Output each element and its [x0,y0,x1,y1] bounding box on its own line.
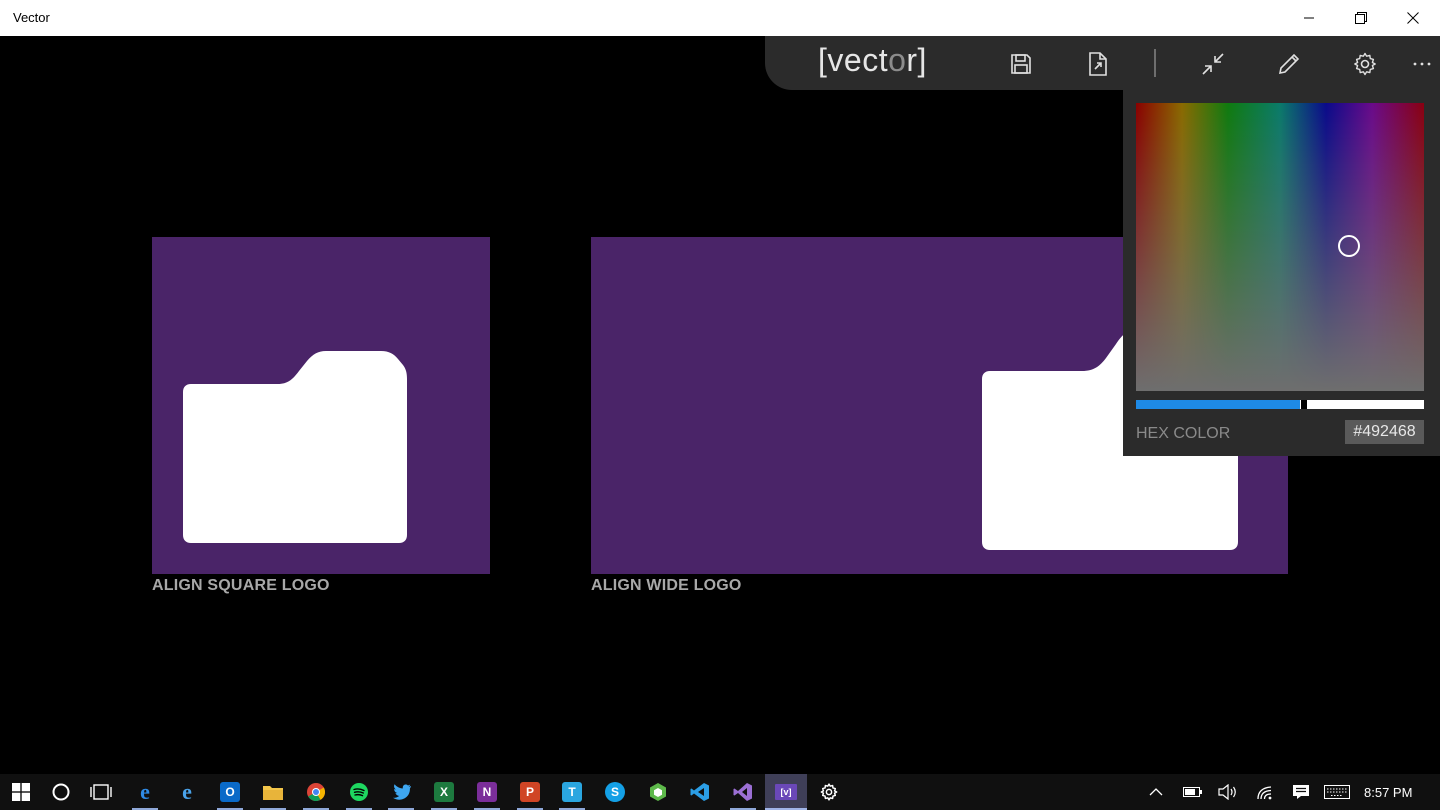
settings-button[interactable] [1347,46,1383,82]
taskbar-vscode[interactable] [679,774,721,810]
taskbar-outlook[interactable]: O [209,774,251,810]
taskbar-clock[interactable]: 8:57 PM [1364,785,1412,800]
pen-icon [1278,53,1300,75]
show-hidden-icons-chevron [1149,788,1163,796]
save-button[interactable] [1003,46,1039,82]
powerpoint-icon: P [520,782,540,802]
internet-explorer-icon: e [182,779,192,804]
action-center-button[interactable] [1288,774,1314,810]
taskbar-visual-studio[interactable] [722,774,764,810]
taskbar-chrome[interactable] [295,774,337,810]
window-title: Vector [13,10,50,25]
action-center-icon [1293,785,1309,799]
show-hidden-icons-button[interactable] [1144,774,1168,810]
taskbar-spotify[interactable] [338,774,380,810]
folder-icon [183,351,407,543]
hue-slider[interactable] [1136,400,1424,409]
taskbar-tile-app[interactable]: T [551,774,593,810]
collapse-icon [1202,53,1224,75]
keyboard-icon [1324,785,1350,799]
restore-button[interactable] [1338,0,1384,36]
tile-app-icon: T [562,782,582,802]
vector-app-icon: [v] [775,784,797,800]
task-view-icon [90,784,112,800]
visual-studio-icon [733,783,752,801]
export-button[interactable] [1080,46,1116,82]
export-file-icon [1089,52,1107,76]
hue-slider-fill [1136,400,1300,409]
file-explorer-icon [263,786,283,800]
title-bar: Vector [0,0,1440,36]
save-icon [1011,54,1031,74]
twitter-icon [392,784,411,800]
hex-color-input[interactable]: #492468 [1345,420,1424,444]
battery-icon [1183,787,1202,797]
color-spectrum[interactable] [1136,103,1424,391]
pen-button[interactable] [1271,46,1307,82]
wide-logo-label: ALIGN WIDE LOGO [591,577,742,594]
skype-icon: S [605,782,625,802]
cortana-button[interactable] [40,774,82,810]
more-icon [1413,62,1431,66]
minimize-button[interactable] [1286,0,1332,36]
cube-app-icon [650,783,666,801]
taskbar-powerpoint[interactable]: P [509,774,551,810]
hex-color-label: HEX COLOR [1136,425,1231,442]
close-button[interactable] [1390,0,1436,36]
excel-icon: X [434,782,454,802]
task-view-button[interactable] [80,774,122,810]
gear-icon [1354,52,1376,76]
color-picker-flyout: HEX COLOR #492468 [1123,90,1440,456]
cortana-icon [52,783,70,801]
wifi-icon [1257,786,1272,800]
square-logo-label: ALIGN SQUARE LOGO [152,577,330,594]
collapse-button[interactable] [1195,46,1231,82]
command-separator [1154,49,1156,77]
minimize-icon [1304,17,1314,19]
taskbar-skype[interactable]: S [594,774,636,810]
onenote-icon: N [477,782,497,802]
app-logo-text: [vector] [818,42,927,78]
wifi-button[interactable] [1252,774,1278,810]
more-button[interactable] [1404,46,1440,82]
outlook-icon: O [220,782,240,802]
app-canvas: [vector] ALIGN SQUARE LOGO ALIGN WIDE LO… [0,36,1440,774]
taskbar-file-explorer[interactable] [252,774,294,810]
start-button[interactable] [0,774,42,810]
battery-button[interactable] [1180,774,1206,810]
taskbar-cube-app[interactable] [637,774,679,810]
taskbar-vector[interactable]: [v] [765,774,807,810]
volume-icon [1218,784,1236,800]
close-icon [1407,12,1419,24]
taskbar-internet-explorer[interactable]: e [166,774,208,810]
taskbar-onenote[interactable]: N [466,774,508,810]
vscode-icon [690,783,709,801]
taskbar-settings[interactable] [808,774,850,810]
volume-button[interactable] [1215,774,1241,810]
touch-keyboard-button[interactable] [1322,774,1352,810]
spectrum-cursor[interactable] [1338,235,1360,257]
edge-icon: e [140,779,150,804]
hue-slider-thumb[interactable] [1300,400,1308,409]
square-logo-tile[interactable] [152,237,490,574]
chrome-icon [307,783,325,801]
settings-icon [820,783,838,801]
windows-start-icon [12,783,30,801]
taskbar: e e O X N P T S [v] 8:57 PM [0,774,1440,810]
taskbar-excel[interactable]: X [423,774,465,810]
taskbar-edge[interactable]: e [124,774,166,810]
spotify-icon [350,783,368,801]
restore-icon [1355,12,1367,24]
taskbar-twitter[interactable] [380,774,422,810]
